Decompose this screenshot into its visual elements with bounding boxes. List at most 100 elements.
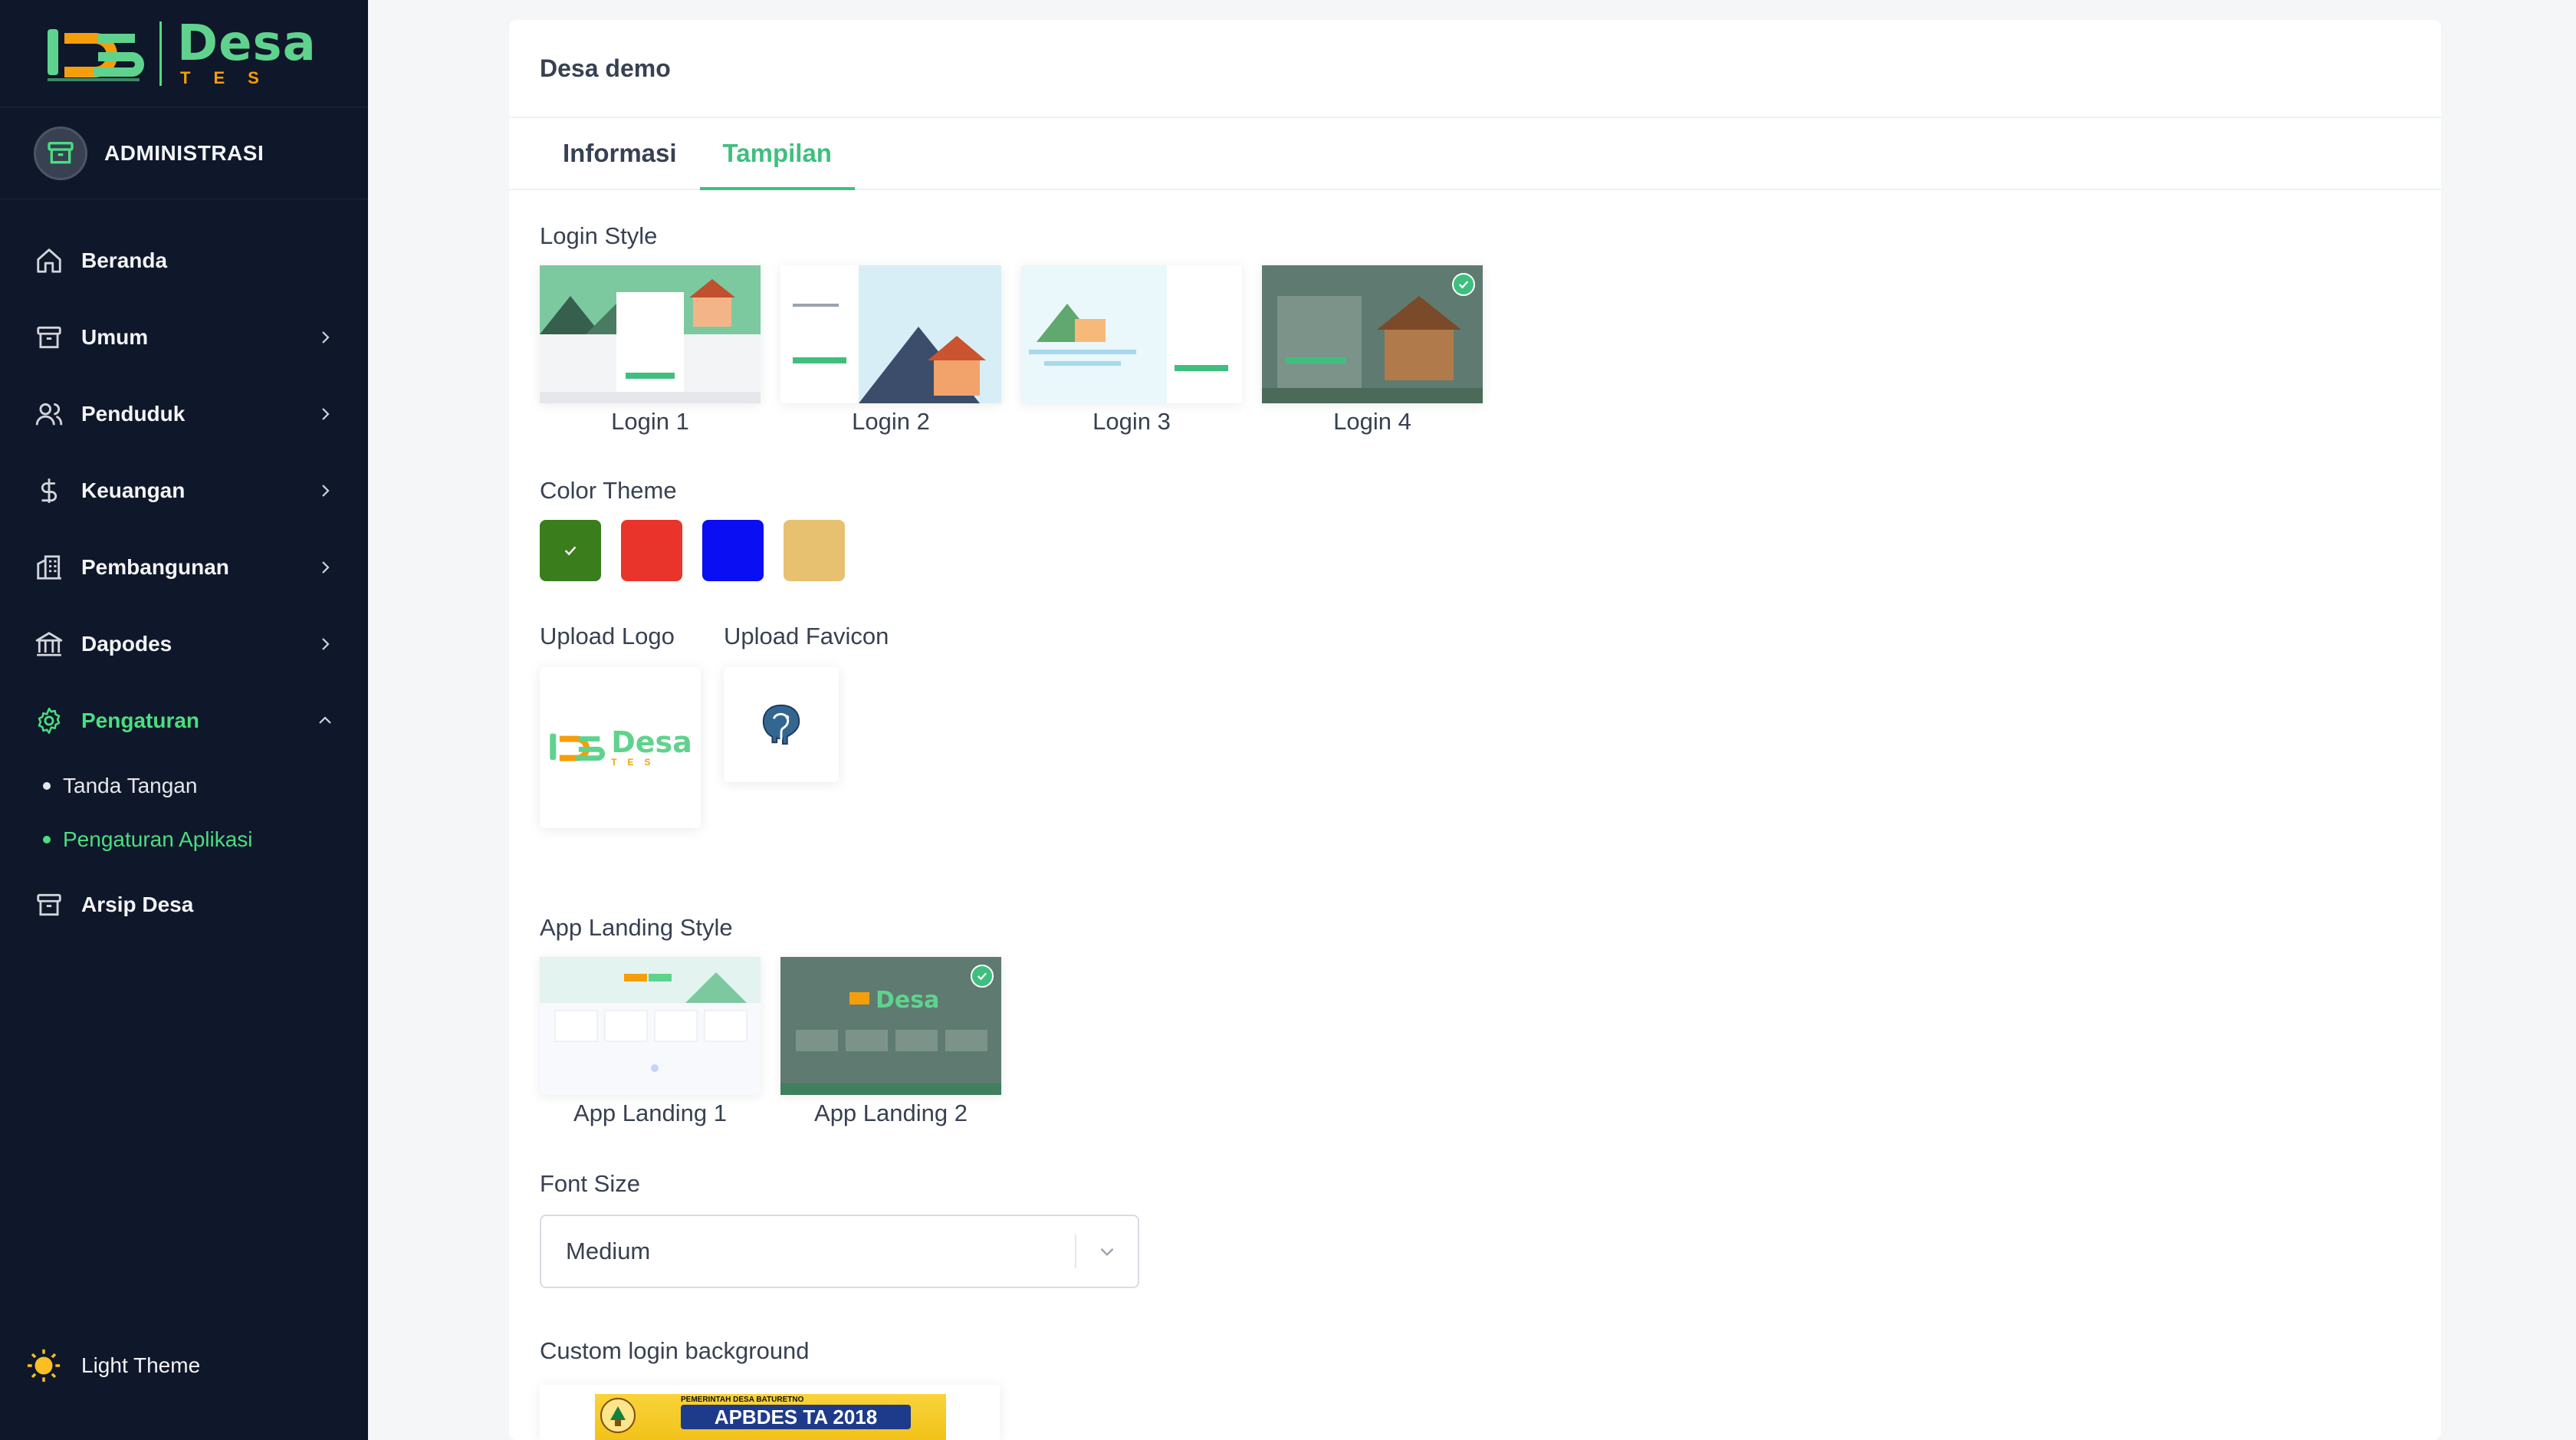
app-landing-option-2[interactable]: Desa App Landing 2	[780, 957, 1001, 1127]
bullet-icon	[43, 836, 51, 843]
theme-toggle[interactable]: Light Theme	[26, 1348, 200, 1383]
font-size-label: Font Size	[540, 1170, 640, 1197]
sidebar-item-label: Umum	[81, 325, 149, 349]
archive-icon	[34, 889, 64, 920]
login-2-preview	[780, 265, 1001, 403]
page-title: Desa demo	[540, 54, 671, 82]
sidebar-item-label: Pengaturan	[81, 708, 200, 732]
bank-icon	[34, 629, 64, 659]
gear-icon	[34, 705, 64, 736]
app-landing-option-1[interactable]: App Landing 1	[540, 957, 761, 1127]
sidebar-item-pengaturan[interactable]: Pengaturan	[0, 682, 368, 759]
sidebar-menu: Beranda Umum Penduduk Keuangan Pembangun…	[0, 222, 368, 943]
color-swatch-blue[interactable]	[702, 520, 764, 581]
dollar-icon	[34, 475, 64, 506]
login-3-preview	[1021, 265, 1242, 403]
ids-logo-icon	[550, 733, 606, 761]
selected-check-icon	[971, 965, 994, 988]
submenu-item-label: Tanda Tangan	[63, 774, 198, 797]
sidebar-item-beranda[interactable]: Beranda	[0, 222, 368, 299]
tab-tampilan[interactable]: Tampilan	[699, 118, 856, 190]
tab-informasi[interactable]: Informasi	[540, 118, 700, 189]
login-option-2[interactable]: Login 2	[780, 265, 1001, 436]
sidebar-item-arsip-desa[interactable]: Arsip Desa	[0, 866, 368, 943]
color-swatch-red[interactable]	[621, 520, 682, 581]
brand-divider	[159, 21, 162, 86]
sidebar-item-label: Penduduk	[81, 402, 186, 426]
sidebar: Desa TES ADMINISTRASI Beranda Umum Pendu…	[0, 0, 368, 1440]
admin-avatar	[34, 126, 87, 180]
submenu-item-label: Pengaturan Aplikasi	[63, 827, 253, 851]
chevron-down-icon	[1076, 1241, 1138, 1261]
sidebar-item-penduduk[interactable]: Penduduk	[0, 376, 368, 452]
brand-sub: TES	[180, 67, 282, 87]
check-icon	[564, 546, 577, 556]
login-option-label: Login 2	[852, 408, 930, 435]
card-header: Desa demo	[509, 20, 2441, 118]
bullet-icon	[43, 782, 51, 790]
archive-icon	[34, 322, 64, 353]
selected-check-icon	[1452, 273, 1475, 296]
login-style-options: Login 1 Login 2 Login 3 Login 4	[540, 265, 1483, 436]
custom-bg-label: Custom login background	[540, 1337, 810, 1364]
app-landing-1-preview	[540, 957, 761, 1095]
submenu-item-pengaturan-aplikasi[interactable]: Pengaturan Aplikasi	[0, 813, 368, 866]
logo-sub: TES	[611, 757, 662, 768]
chevron-right-icon	[322, 408, 330, 420]
sidebar-item-label: Dapodes	[81, 632, 172, 656]
sidebar-item-label: Pembangunan	[81, 555, 229, 579]
upload-favicon-box[interactable]	[724, 667, 839, 782]
color-swatch-gold[interactable]	[784, 520, 845, 581]
custom-bg-preview[interactable]: PEMERINTAH DESA BATURETNO APBDES TA 2018	[540, 1385, 1000, 1440]
archive-icon	[48, 141, 74, 163]
app-landing-2-brand: Desa	[876, 987, 939, 1014]
color-swatch-green[interactable]	[540, 520, 601, 581]
sidebar-item-keuangan[interactable]: Keuangan	[0, 452, 368, 529]
banner-title: APBDES TA 2018	[681, 1405, 911, 1429]
sidebar-item-pembangunan[interactable]: Pembangunan	[0, 529, 368, 606]
chevron-right-icon	[322, 561, 330, 574]
emblem-icon	[600, 1398, 636, 1433]
sidebar-item-label: Beranda	[81, 248, 168, 272]
brand[interactable]: Desa TES	[0, 0, 368, 107]
elephant-icon	[762, 704, 800, 745]
upload-favicon-label: Upload Favicon	[724, 623, 889, 649]
chevron-up-icon	[319, 716, 331, 724]
sidebar-item-umum[interactable]: Umum	[0, 299, 368, 376]
login-option-label: Login 1	[611, 408, 689, 435]
upload-logo-label: Upload Logo	[540, 623, 675, 649]
font-size-select[interactable]: Medium	[540, 1215, 1139, 1288]
chevron-right-icon	[322, 331, 330, 344]
sun-icon	[27, 1349, 61, 1382]
logo-name: Desa	[611, 725, 692, 759]
logo-text: Desa TES	[611, 728, 692, 768]
banner-image: PEMERINTAH DESA BATURETNO APBDES TA 2018	[595, 1394, 946, 1440]
admin-role-label: ADMINISTRASI	[104, 140, 264, 165]
users-icon	[34, 399, 64, 429]
sidebar-item-label: Keuangan	[81, 478, 186, 502]
theme-label: Light Theme	[81, 1353, 201, 1377]
upload-logo-box[interactable]: Desa TES	[540, 667, 701, 828]
color-theme-options	[540, 520, 845, 581]
login-option-label: Login 3	[1092, 408, 1171, 435]
building-icon	[34, 552, 64, 583]
login-4-preview	[1262, 265, 1483, 403]
font-size-value: Medium	[566, 1238, 651, 1264]
brand-name: Desa	[177, 15, 317, 72]
login-option-1[interactable]: Login 1	[540, 265, 761, 436]
home-icon	[34, 245, 64, 276]
banner-top-text: PEMERINTAH DESA BATURETNO	[681, 1396, 804, 1404]
login-option-3[interactable]: Login 3	[1021, 265, 1242, 436]
submenu-item-tanda-tangan[interactable]: Tanda Tangan	[0, 759, 368, 813]
brand-text: Desa TES	[177, 19, 317, 88]
app-landing-options: App Landing 1 Desa App Landing 2	[540, 957, 1001, 1127]
login-style-label: Login Style	[540, 222, 658, 249]
admin-section[interactable]: ADMINISTRASI	[0, 107, 368, 199]
logo-preview: Desa TES	[548, 728, 692, 768]
color-theme-label: Color Theme	[540, 477, 677, 504]
login-1-preview	[540, 265, 761, 403]
brand-logo: Desa TES	[44, 19, 317, 88]
sidebar-item-dapodes[interactable]: Dapodes	[0, 606, 368, 682]
login-option-4[interactable]: Login 4	[1262, 265, 1483, 436]
chevron-right-icon	[322, 638, 330, 650]
